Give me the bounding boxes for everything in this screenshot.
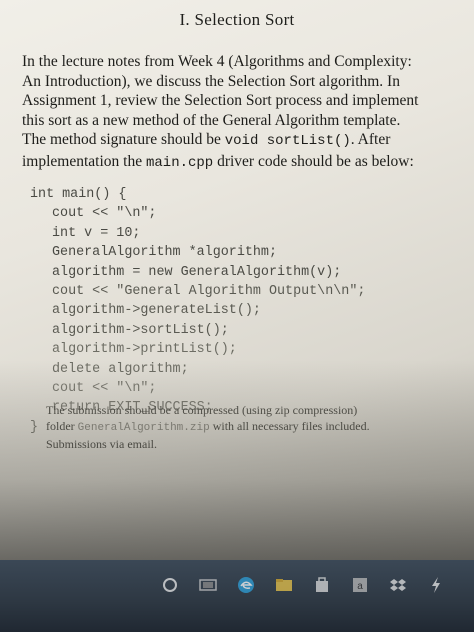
amazon-icon[interactable]: a — [350, 575, 370, 595]
code-line: int main() { — [30, 187, 127, 202]
code-line: delete algorithm; — [52, 361, 189, 377]
code-line: cout << "\n"; — [52, 206, 157, 222]
section-title: I. Selection Sort — [0, 10, 474, 30]
method-signature: void sortList() — [224, 133, 351, 150]
task-view-icon[interactable] — [198, 575, 218, 595]
document-page: I. Selection Sort In the lecture notes f… — [0, 0, 474, 560]
flash-icon[interactable] — [426, 575, 446, 595]
search-icon[interactable] — [160, 575, 180, 595]
code-line: algorithm->printList(); — [52, 342, 237, 358]
code-line: cout << "\n"; — [52, 381, 157, 397]
submission-note: The submission should be a compressed (u… — [46, 402, 386, 452]
dropbox-icon[interactable] — [388, 575, 408, 595]
store-icon[interactable] — [312, 575, 332, 595]
code-line: algorithm->sortList(); — [52, 322, 229, 338]
code-line: int v = 10; — [52, 225, 141, 241]
title-text: I. Selection Sort — [179, 10, 295, 29]
code-line: algorithm->generateList(); — [52, 303, 261, 319]
zip-filename: GeneralAlgorithm.zip — [77, 422, 210, 434]
edge-icon[interactable] — [236, 575, 256, 595]
file-explorer-icon[interactable] — [274, 575, 294, 595]
svg-text:a: a — [357, 581, 363, 592]
code-line: cout << "General Algorithm Output\n\n"; — [52, 284, 366, 300]
code-line: algorithm = new GeneralAlgorithm(v); — [52, 264, 342, 280]
instructions-paragraph: In the lecture notes from Week 4 (Algori… — [22, 52, 422, 174]
code-block: int main() { cout << "\n"; int v = 10; G… — [30, 185, 450, 437]
paragraph-text-3: driver code should be as below: — [213, 152, 414, 170]
taskbar-icons: a — [160, 573, 446, 597]
driver-filename: main.cpp — [145, 154, 214, 171]
code-line: GeneralAlgorithm *algorithm; — [52, 245, 277, 261]
